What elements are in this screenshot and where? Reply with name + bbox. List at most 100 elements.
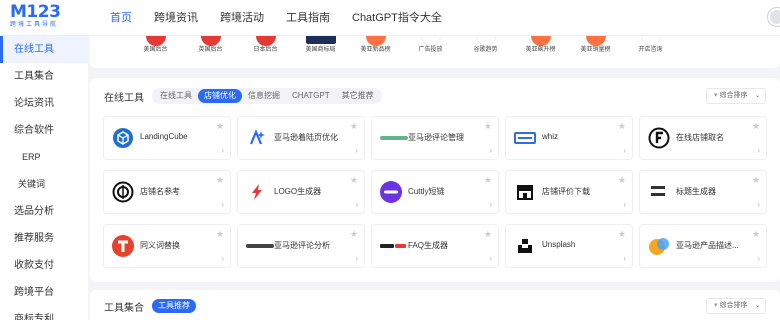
tool-name: 亚马逊评论管理 xyxy=(408,133,464,142)
site-logo[interactable]: M123 跨境工具导航 xyxy=(10,4,76,32)
favorite-star-icon[interactable]: ★ xyxy=(216,121,224,132)
chevron-right-icon[interactable]: › xyxy=(221,254,224,263)
quick-link-us-seller[interactable]: 美国后台 xyxy=(128,36,183,68)
quick-link-label: 英国后台 xyxy=(198,47,223,53)
sidebar-item-trademark[interactable]: 商标专利 xyxy=(0,306,88,320)
chevron-right-icon[interactable]: › xyxy=(757,146,760,155)
chevron-right-icon[interactable]: › xyxy=(489,200,492,209)
chevron-right-icon[interactable]: › xyxy=(757,254,760,263)
chevron-right-icon[interactable]: › xyxy=(221,146,224,155)
tool-card-unsplash[interactable]: Unsplash ★ › xyxy=(505,224,633,268)
tool-card-review-analysis[interactable]: 亚马逊评论分析 ★ › xyxy=(237,224,365,268)
chevron-right-icon[interactable]: › xyxy=(355,200,358,209)
chevron-right-icon[interactable]: › xyxy=(355,254,358,263)
tool-card-product-description[interactable]: 亚马逊产品描述... ★ › xyxy=(639,224,767,268)
sidebar-item-product-research[interactable]: 选品分析 xyxy=(0,198,88,225)
tool-card-logo-generator[interactable]: LOGO生成器 ★ › xyxy=(237,170,365,214)
quick-link-new-releases[interactable]: 美亚新品榜 xyxy=(348,36,403,68)
sidebar-item-erp[interactable]: ERP xyxy=(0,144,88,171)
chevron-right-icon[interactable]: › xyxy=(355,146,358,155)
tool-card-store-naming[interactable]: 在线店铺取名 ★ › xyxy=(639,116,767,160)
sort-dropdown[interactable]: ▾ 综合排序 ⌄ xyxy=(706,298,766,314)
tool-card-landingcube[interactable]: LandingCube ★ › xyxy=(103,116,231,160)
chevron-right-icon[interactable]: › xyxy=(623,254,626,263)
favorite-star-icon[interactable]: ★ xyxy=(216,175,224,186)
tool-card-cuttly[interactable]: Cuttly短链 ★ › xyxy=(371,170,499,214)
main-nav: 首页 跨境资讯 跨境活动 工具指南 ChatGPT指令大全 xyxy=(110,0,464,36)
tool-name: 亚马逊评论分析 xyxy=(274,241,330,250)
tool-card-review-download[interactable]: 店铺评价下载 ★ › xyxy=(505,170,633,214)
tab-other[interactable]: 其它推荐 xyxy=(336,89,380,103)
favorite-star-icon[interactable]: ★ xyxy=(216,229,224,240)
sidebar-item-tool-sets[interactable]: 工具集合 xyxy=(0,63,88,90)
title-text-icon xyxy=(648,181,670,203)
t-logo-icon xyxy=(112,235,134,257)
quick-link-best-sellers[interactable]: 美亚销量榜 xyxy=(568,36,623,68)
chevron-right-icon[interactable]: › xyxy=(489,254,492,263)
tool-card-title-generator[interactable]: 标题生成器 ★ › xyxy=(639,170,767,214)
nav-news[interactable]: 跨境资讯 xyxy=(154,0,198,36)
bolt-icon xyxy=(246,181,268,203)
tool-card-faq-generator[interactable]: FAQ生成器 ★ › xyxy=(371,224,499,268)
nav-events[interactable]: 跨境活动 xyxy=(220,0,264,36)
tool-card-landing-page-optimization[interactable]: 亚马逊着陆页优化 ★ › xyxy=(237,116,365,160)
favorite-star-icon[interactable]: ★ xyxy=(350,121,358,132)
sidebar-item-online-tools[interactable]: 在线工具 xyxy=(0,36,88,63)
tool-card-whiz[interactable]: whiz ★ › xyxy=(505,116,633,160)
favorite-star-icon[interactable]: ★ xyxy=(618,229,626,240)
tool-name: FAQ生成器 xyxy=(408,241,449,250)
sort-dropdown[interactable]: ▾ 综合排序 ⌄ xyxy=(706,88,766,104)
favorite-star-icon[interactable]: ★ xyxy=(752,229,760,240)
spark-a-icon xyxy=(246,127,268,149)
sidebar-item-platforms[interactable]: 跨境平台 xyxy=(0,279,88,306)
quick-link-uk-seller[interactable]: 英国后台 xyxy=(183,36,238,68)
sidebar-item-software[interactable]: 综合软件 xyxy=(0,117,88,144)
tab-store-optimization[interactable]: 店铺优化 xyxy=(198,89,242,103)
tab-chatgpt[interactable]: CHATGPT xyxy=(286,89,336,103)
appbot-icon xyxy=(246,235,274,257)
quick-link-ads[interactable]: 广告投放 xyxy=(403,36,458,68)
quick-link-uspto[interactable]: 美国商标局 xyxy=(293,36,348,68)
favorite-star-icon[interactable]: ★ xyxy=(618,175,626,186)
chevron-right-icon[interactable]: › xyxy=(489,146,492,155)
quick-link-store-consult[interactable]: 开店咨询 xyxy=(623,36,678,68)
tab-recommended-tools[interactable]: 工具推荐 xyxy=(152,299,196,313)
favorite-star-icon[interactable]: ★ xyxy=(350,229,358,240)
review-text-icon xyxy=(380,127,408,149)
quick-link-jp-seller[interactable]: 日本后台 xyxy=(238,36,293,68)
chevron-right-icon[interactable]: › xyxy=(623,146,626,155)
tool-card-synonym-replace[interactable]: 同义词替换 ★ › xyxy=(103,224,231,268)
tab-online-tools[interactable]: 在线工具 xyxy=(154,89,198,103)
tool-name: 店铺名参考 xyxy=(140,187,180,196)
tool-card-review-management[interactable]: 亚马逊评论管理 ★ › xyxy=(371,116,499,160)
quick-link-label: 美国商标局 xyxy=(305,47,336,53)
sort-label: 综合排序 xyxy=(719,302,748,309)
avatar[interactable] xyxy=(768,8,780,26)
favorite-star-icon[interactable]: ★ xyxy=(484,229,492,240)
sidebar-item-services[interactable]: 推荐服务 xyxy=(0,225,88,252)
sidebar-item-payments[interactable]: 收款支付 xyxy=(0,252,88,279)
favorite-star-icon[interactable]: ★ xyxy=(752,175,760,186)
nav-guides[interactable]: 工具指南 xyxy=(286,0,330,36)
cube-icon xyxy=(112,127,134,149)
quick-link-movers[interactable]: 美亚飙升榜 xyxy=(513,36,568,68)
favorite-star-icon[interactable]: ★ xyxy=(752,121,760,132)
favorite-star-icon[interactable]: ★ xyxy=(484,121,492,132)
favorite-star-icon[interactable]: ★ xyxy=(618,121,626,132)
chevron-right-icon[interactable]: › xyxy=(757,200,760,209)
tool-card-store-name-reference[interactable]: 店铺名参考 ★ › xyxy=(103,170,231,214)
nav-chatgpt[interactable]: ChatGPT指令大全 xyxy=(352,0,442,36)
nav-home[interactable]: 首页 xyxy=(110,0,132,36)
tool-name: LandingCube xyxy=(140,132,188,141)
chevron-right-icon[interactable]: › xyxy=(221,200,224,209)
favorite-star-icon[interactable]: ★ xyxy=(484,175,492,186)
chevron-right-icon[interactable]: › xyxy=(623,200,626,209)
tool-sets-section: 工具集合 工具推荐 ▾ 综合排序 ⌄ xyxy=(90,290,780,320)
bubbles-icon xyxy=(648,235,670,257)
sidebar-item-keywords[interactable]: 关键词 xyxy=(0,171,88,198)
quick-links-card: 美国后台 英国后台 日本后台 美国商标局 美亚新品榜 广告投放 谷歌趋势 美亚飙… xyxy=(90,36,780,68)
sidebar-item-forum[interactable]: 论坛资讯 xyxy=(0,90,88,117)
tab-info-mining[interactable]: 信息挖掘 xyxy=(242,89,286,103)
quick-link-google-trends[interactable]: 谷歌趋势 xyxy=(458,36,513,68)
favorite-star-icon[interactable]: ★ xyxy=(350,175,358,186)
